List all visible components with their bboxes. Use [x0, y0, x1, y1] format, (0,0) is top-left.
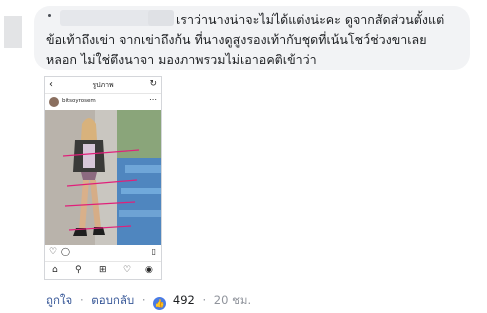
instagram-avatar [49, 97, 59, 107]
comment-line-2: ข้อเท้าถึงเข่า จากเข่าถึงก้น ที่นางดูสูง… [46, 32, 427, 47]
thumbs-up-icon[interactable]: 👍 [153, 297, 167, 310]
search-icon: ⚲ [75, 265, 82, 275]
separator: · [141, 293, 146, 307]
bookmark-icon: ▯ [151, 247, 156, 256]
separator: · [79, 293, 84, 307]
more-dots-icon: ⋯ [149, 95, 157, 104]
comment-icon: ◯ [61, 247, 70, 256]
instagram-photo [45, 110, 161, 245]
instagram-actions: ♡ ◯ ▯ [45, 247, 161, 259]
instagram-tabbar: ⌂ ⚲ ⊞ ♡ ◉ [45, 261, 161, 280]
comment-timestamp[interactable]: 20 ชม. [214, 293, 251, 307]
heart-icon: ♡ [49, 247, 58, 257]
commenter-avatar[interactable] [4, 16, 22, 48]
instagram-username: bitsoyrosem [62, 98, 96, 104]
attached-screenshot[interactable]: ‹ รูปภาพ ↻ bitsoyrosem ⋯ ♡ ◯ ▯ ⌂ ⚲ ⊞ ♡ ◉ [44, 76, 162, 280]
activity-heart-icon: ♡ [123, 265, 132, 275]
reaction-count[interactable]: 492 [173, 293, 195, 307]
instagram-user-row: bitsoyrosem ⋯ [45, 94, 161, 110]
instagram-header: ‹ รูปภาพ ↻ [45, 77, 161, 94]
comment-line-3: หลอก ไม่ใช่ตึงนาจา มองภาพรวมไม่เอาอคติเข… [46, 52, 317, 67]
like-link[interactable]: ถูกใจ [46, 293, 72, 307]
home-icon: ⌂ [52, 265, 58, 275]
profile-icon: ◉ [145, 265, 153, 275]
comment-actions: ถูกใจ · ตอบกลับ · 👍 492 · 20 ชม. [46, 292, 251, 310]
comment-text: เราว่านางน่าจะไม่ได้แต่งน่ะคะ ดูจากสัดส่… [46, 10, 466, 70]
refresh-icon: ↻ [149, 79, 157, 89]
add-post-icon: ⊞ [99, 265, 107, 275]
instagram-header-title: รูปภาพ [92, 81, 114, 89]
separator: · [202, 293, 207, 307]
reply-link[interactable]: ตอบกลับ [91, 293, 134, 307]
comment-line-1: เราว่านางน่าจะไม่ได้แต่งน่ะคะ ดูจากสัดส่… [176, 12, 445, 27]
